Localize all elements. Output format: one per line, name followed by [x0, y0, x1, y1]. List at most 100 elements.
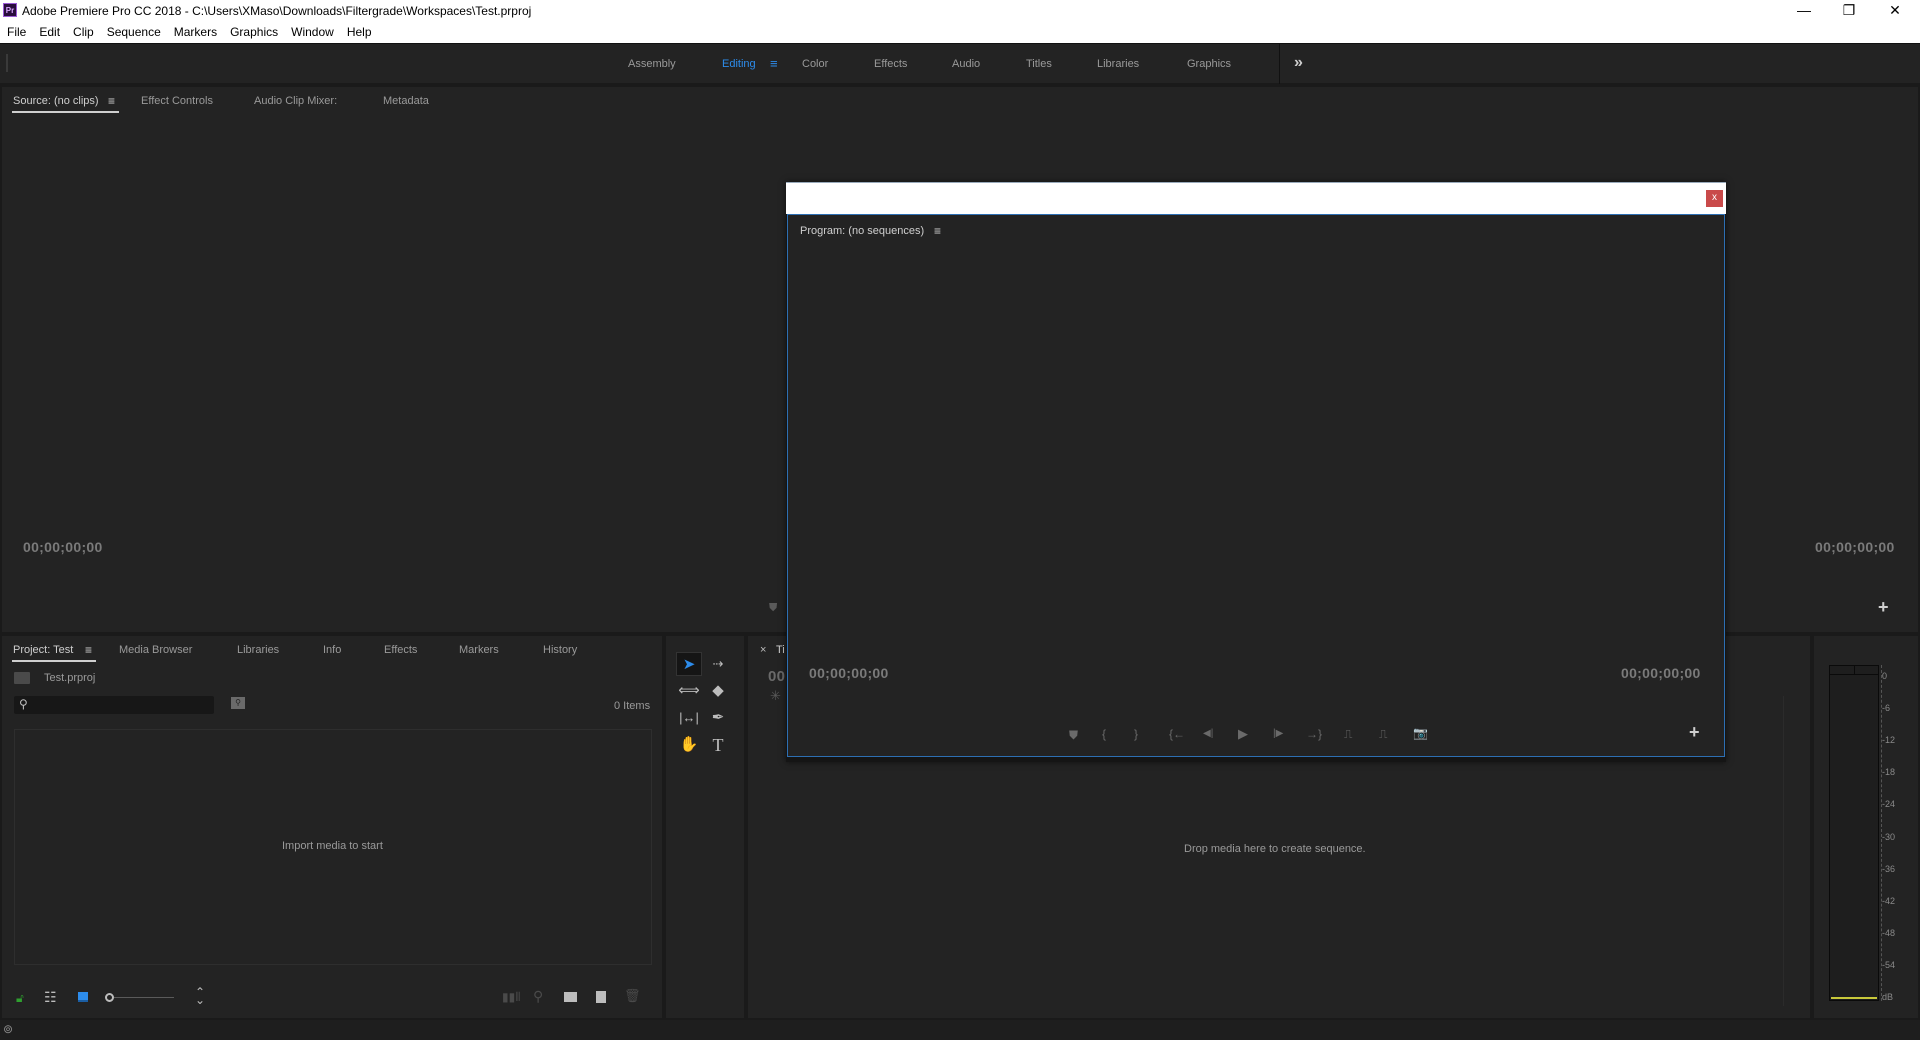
type-tool-icon[interactable]: T — [705, 733, 731, 757]
audio-meter-bar — [1829, 665, 1879, 1001]
workspace-tab-libraries[interactable]: Libraries — [1097, 58, 1139, 70]
tab-info[interactable]: Info — [323, 644, 341, 656]
razor-tool-icon[interactable]: ◆ — [705, 679, 731, 703]
track-select-tool-icon[interactable]: ⇢ — [705, 652, 731, 676]
channel-divider — [1854, 666, 1855, 675]
workspace-tab-graphics[interactable]: Graphics — [1187, 58, 1231, 70]
zoom-slider-handle[interactable] — [105, 993, 114, 1002]
creative-cloud-sync-icon[interactable]: ⊚ — [3, 1022, 13, 1036]
mark-out-icon[interactable]: } — [1134, 727, 1138, 741]
slip-tool-icon[interactable]: |↔| — [676, 706, 702, 730]
add-marker-icon[interactable]: ⛊ — [1069, 728, 1078, 743]
lift-icon[interactable]: ⎍ — [1344, 727, 1352, 742]
timeline-timecode[interactable]: 00 — [768, 668, 785, 685]
new-item-icon[interactable] — [596, 991, 606, 1003]
project-search-input[interactable]: ⚲ — [14, 696, 214, 714]
project-bin-icon — [14, 672, 30, 684]
tab-metadata[interactable]: Metadata — [383, 95, 429, 107]
tab-effect-controls[interactable]: Effect Controls — [141, 95, 213, 107]
db-tick: -36 — [1882, 864, 1896, 874]
status-bar: ⊚ — [0, 1020, 1920, 1040]
zoom-slider-track[interactable] — [114, 997, 174, 998]
lock-icon[interactable]: 🔓︎ — [16, 991, 24, 1006]
step-forward-icon[interactable]: |▶ — [1273, 728, 1283, 739]
source-panel-menu-icon[interactable]: ≡ — [108, 94, 115, 108]
source-add-button-icon[interactable]: + — [1878, 597, 1889, 618]
workspace-divider — [1279, 44, 1280, 84]
program-timecode-left[interactable]: 00;00;00;00 — [809, 665, 889, 681]
menu-help[interactable]: Help — [340, 22, 378, 39]
workspace-tab-effects[interactable]: Effects — [874, 58, 907, 70]
source-timecode-right: 00;00;00;00 — [1815, 539, 1895, 555]
tab-libraries[interactable]: Libraries — [237, 644, 279, 656]
go-to-out-icon[interactable]: →} — [1306, 727, 1322, 741]
menu-graphics[interactable]: Graphics — [223, 22, 284, 39]
tools-panel: ➤ ⇢ ⟺ ◆ |↔| ✒ ✋ T — [666, 636, 744, 1018]
program-monitor-panel: Program: (no sequences) ≡ 00;00;00;00 00… — [787, 214, 1725, 757]
menu-clip[interactable]: Clip — [66, 22, 100, 39]
timeline-tab-label[interactable]: Ti — [776, 644, 785, 656]
snap-icon[interactable]: ✳ — [770, 688, 781, 704]
workspace-overflow-icon[interactable]: » — [1294, 54, 1303, 72]
find-icon[interactable]: ⚲ — [533, 988, 543, 1005]
marker-icon[interactable]: ⛊ — [769, 602, 777, 615]
tab-source[interactable]: Source: (no clips) — [13, 95, 99, 107]
restore-button[interactable]: ❐ — [1826, 0, 1872, 22]
extract-icon[interactable]: ⎍ — [1379, 727, 1387, 742]
hand-tool-icon[interactable]: ✋ — [676, 733, 702, 757]
play-icon[interactable]: ▶ — [1238, 726, 1248, 742]
menu-file[interactable]: File — [0, 22, 32, 39]
workspace-tab-audio[interactable]: Audio — [952, 58, 980, 70]
program-panel-menu-icon[interactable]: ≡ — [934, 224, 941, 238]
export-frame-icon[interactable]: 📷 — [1413, 726, 1428, 740]
list-view-icon[interactable]: ☷ — [44, 989, 57, 1006]
sort-icon[interactable]: ⌃ ⌄ — [195, 986, 205, 1006]
active-tab-underline — [12, 111, 119, 113]
premiere-app-icon: Pr — [3, 3, 17, 17]
trash-icon[interactable]: 🗑︎ — [624, 988, 641, 1004]
find-in-bin-icon[interactable]: ⚲ — [231, 697, 245, 709]
close-window-button[interactable]: ✕ — [1872, 0, 1918, 22]
project-panel: Project: Test ≡ Media Browser Libraries … — [2, 636, 662, 1018]
automate-to-sequence-icon[interactable]: ▮▮⦀ — [502, 990, 521, 1005]
icon-view-icon[interactable] — [78, 992, 88, 1002]
program-timecode-right: 00;00;00;00 — [1621, 665, 1701, 681]
go-to-in-icon[interactable]: {← — [1169, 727, 1185, 741]
menu-sequence[interactable]: Sequence — [100, 22, 167, 39]
ripple-edit-tool-icon[interactable]: ⟺ — [676, 679, 702, 703]
tab-project[interactable]: Project: Test — [13, 644, 73, 656]
timeline-tab-close-icon[interactable]: × — [760, 644, 766, 656]
window-title: Adobe Premiere Pro CC 2018 - C:\Users\XM… — [22, 4, 532, 18]
mark-in-icon[interactable]: { — [1102, 727, 1106, 741]
workspace-grip[interactable] — [6, 54, 8, 72]
tab-program[interactable]: Program: (no sequences) — [800, 225, 924, 237]
tab-media-browser[interactable]: Media Browser — [119, 644, 192, 656]
workspace-menu-icon[interactable]: ≡ — [770, 56, 778, 71]
project-items-area[interactable]: Import media to start — [14, 729, 652, 965]
pen-tool-icon[interactable]: ✒ — [705, 706, 731, 730]
timeline-scrollbar[interactable] — [1783, 696, 1784, 1006]
tab-audio-clip-mixer[interactable]: Audio Clip Mixer: — [254, 95, 337, 107]
tab-markers[interactable]: Markers — [459, 644, 499, 656]
minimize-button[interactable]: — — [1781, 0, 1827, 22]
floating-window-titlebar[interactable]: x — [786, 182, 1726, 214]
selection-tool-icon[interactable]: ➤ — [676, 652, 702, 676]
step-back-icon[interactable]: ◀| — [1203, 728, 1213, 739]
menu-markers[interactable]: Markers — [167, 22, 223, 39]
menu-edit[interactable]: Edit — [32, 22, 66, 39]
workspace-tab-editing[interactable]: Editing — [722, 58, 756, 70]
workspace-tab-titles[interactable]: Titles — [1026, 58, 1052, 70]
db-tick: -54 — [1882, 960, 1896, 970]
workspace-tab-assembly[interactable]: Assembly — [628, 58, 676, 70]
menu-window[interactable]: Window — [284, 22, 340, 39]
project-panel-menu-icon[interactable]: ≡ — [85, 643, 92, 657]
source-timecode-left[interactable]: 00;00;00;00 — [23, 539, 103, 555]
tab-effects[interactable]: Effects — [384, 644, 417, 656]
tab-history[interactable]: History — [543, 644, 577, 656]
new-bin-icon[interactable] — [564, 992, 577, 1002]
db-tick: dB — [1882, 992, 1894, 1002]
program-add-button-icon[interactable]: + — [1689, 722, 1700, 743]
workspace-tab-color[interactable]: Color — [802, 58, 828, 70]
project-file-name: Test.prproj — [44, 672, 96, 684]
floating-window-close-button[interactable]: x — [1706, 190, 1723, 207]
